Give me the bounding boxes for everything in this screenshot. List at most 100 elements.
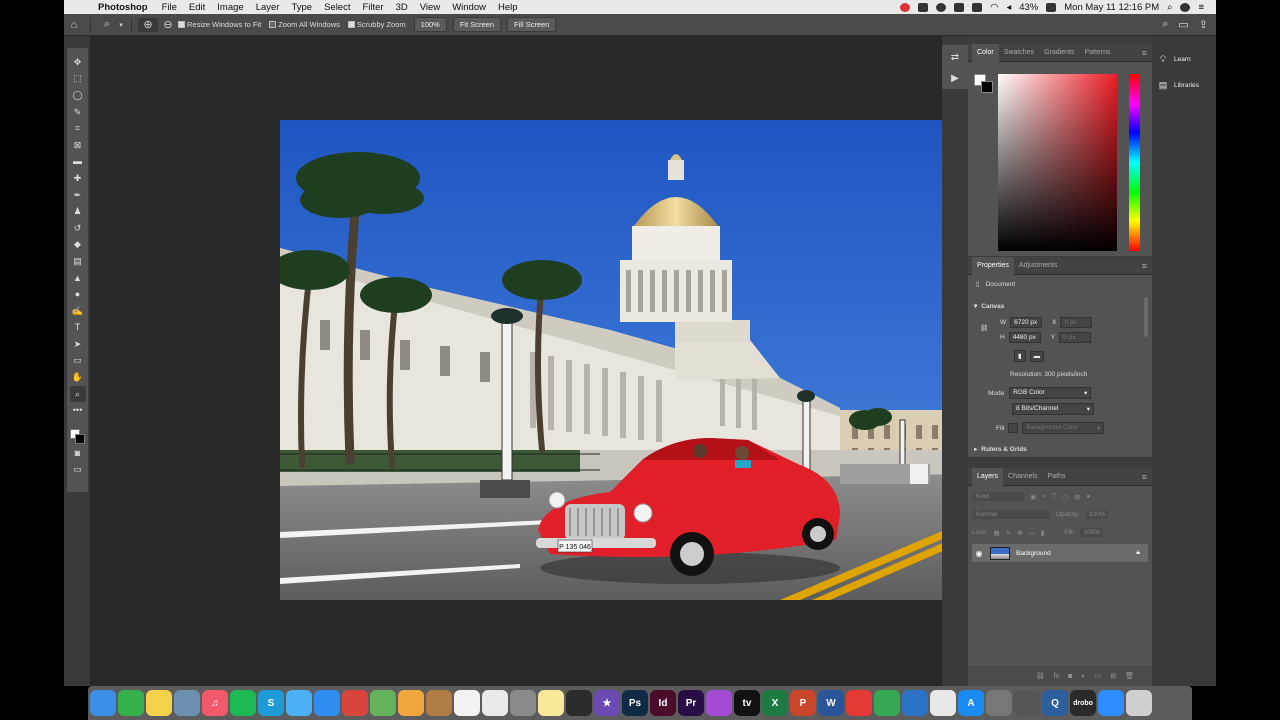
home-icon[interactable]: ⌂: [64, 19, 84, 31]
facetime-icon[interactable]: [118, 690, 144, 716]
keynote-icon[interactable]: [902, 690, 928, 716]
notebook-icon[interactable]: [426, 690, 452, 716]
search-icon[interactable]: ⌕: [1162, 18, 1168, 31]
menu-type[interactable]: Type: [291, 2, 312, 13]
scrubby-zoom-checkbox[interactable]: Scrubby Zoom: [347, 20, 406, 29]
indesign-icon[interactable]: Id: [650, 690, 676, 716]
chevron-down-icon[interactable]: ▾: [117, 21, 125, 29]
lock-transparent-icon[interactable]: ▦: [994, 529, 1000, 537]
lock-position-icon[interactable]: ✥: [1017, 529, 1022, 537]
siri-icon[interactable]: [1180, 2, 1191, 12]
shape-filter-icon[interactable]: ▢: [1062, 493, 1068, 501]
crop-tool-icon[interactable]: ⌗: [70, 120, 86, 137]
excel-icon[interactable]: X: [762, 690, 788, 716]
creative-cloud-status-icon[interactable]: [900, 2, 911, 12]
screenshot-icon[interactable]: [1014, 690, 1040, 716]
fill-color-swatch[interactable]: [1008, 423, 1019, 433]
path-selection-tool-icon[interactable]: ➤: [70, 336, 86, 353]
chrome-icon[interactable]: [342, 690, 368, 716]
menu-view[interactable]: View: [420, 2, 440, 13]
lock-icon[interactable]: 🔒︎: [1136, 549, 1140, 557]
maps-icon[interactable]: [370, 690, 396, 716]
panel-menu-icon[interactable]: ≡: [1142, 48, 1147, 58]
zoom-100-button[interactable]: 100%: [413, 17, 447, 32]
x-input[interactable]: 0 px: [1060, 317, 1093, 328]
healing-brush-tool-icon[interactable]: ✚: [70, 170, 86, 187]
link-dimensions-icon[interactable]: ⛓: [980, 324, 988, 332]
layer-row-background[interactable]: ◉ Background 🔒︎: [972, 544, 1148, 562]
hue-slider[interactable]: [1129, 74, 1140, 251]
word-icon[interactable]: W: [818, 690, 844, 716]
pixel-filter-icon[interactable]: ▣: [1030, 493, 1036, 501]
properties-scrollbar[interactable]: [1144, 297, 1148, 337]
lasso-tool-icon[interactable]: ◯: [70, 87, 86, 104]
spotify-icon[interactable]: [230, 690, 256, 716]
pen-tool-icon[interactable]: ✍: [70, 303, 86, 320]
numbers-icon[interactable]: [874, 690, 900, 716]
drobo-icon[interactable]: drobo: [1070, 690, 1096, 716]
menu-select[interactable]: Select: [324, 2, 350, 13]
skype-icon[interactable]: S: [258, 690, 284, 716]
wifi-icon[interactable]: ◠: [990, 2, 998, 13]
portrait-orientation-icon[interactable]: ▮: [1014, 350, 1026, 362]
menubar-clock[interactable]: Mon May 11 12:16 PM: [1064, 2, 1159, 13]
stickies-icon[interactable]: [538, 690, 564, 716]
tab-gradients[interactable]: Gradients: [1039, 44, 1079, 62]
document-canvas[interactable]: P 135 046: [280, 120, 968, 600]
reminders-icon[interactable]: [482, 690, 508, 716]
frame-tool-icon[interactable]: ⊠: [70, 137, 86, 154]
tab-color[interactable]: Color: [972, 43, 999, 62]
landscape-orientation-icon[interactable]: ▬: [1029, 350, 1045, 362]
disk-utility-icon[interactable]: [986, 690, 1012, 716]
quick-selection-tool-icon[interactable]: ✎: [70, 104, 86, 121]
smart-object-filter-icon[interactable]: ▤: [1074, 493, 1080, 501]
notes-stickies-icon[interactable]: [146, 690, 172, 716]
history-brush-tool-icon[interactable]: ↺: [70, 220, 86, 237]
preview-icon[interactable]: [174, 690, 200, 716]
airplay-status-icon[interactable]: [972, 2, 983, 12]
history-panel-icon[interactable]: ⇄: [942, 45, 968, 67]
brush-tool-icon[interactable]: ✒: [70, 187, 86, 204]
lock-all-icon[interactable]: ▮: [1041, 529, 1045, 537]
dodge-tool-icon[interactable]: ●: [70, 286, 86, 303]
hand-tool-icon[interactable]: ✋: [70, 369, 86, 386]
volume-icon[interactable]: ◂: [1006, 2, 1011, 13]
screen-mode-icon[interactable]: ▭: [70, 462, 86, 479]
new-layer-icon[interactable]: ⊞: [1110, 672, 1116, 680]
new-group-icon[interactable]: ▭: [1095, 672, 1102, 680]
calendar-icon[interactable]: [454, 690, 480, 716]
sync-status-icon[interactable]: [936, 2, 947, 12]
fill-screen-button[interactable]: Fill Screen: [507, 17, 557, 32]
trash-icon[interactable]: [1126, 690, 1152, 716]
app-store-icon[interactable]: A: [958, 690, 984, 716]
zoom-tool-icon[interactable]: ⌕: [69, 385, 86, 403]
notification-center-icon[interactable]: ≡: [1198, 2, 1204, 13]
photos-icon[interactable]: [398, 690, 424, 716]
blur-tool-icon[interactable]: ▲: [70, 270, 86, 287]
gradient-tool-icon[interactable]: ▤: [70, 253, 86, 270]
fill-select[interactable]: Background Color ▾: [1022, 422, 1105, 434]
zoom-icon[interactable]: [1098, 690, 1124, 716]
app-menu[interactable]: Photoshop: [98, 2, 148, 13]
panel-menu-icon[interactable]: ≡: [1142, 261, 1147, 271]
settings-gear-icon[interactable]: [510, 690, 536, 716]
zoom-out-icon[interactable]: ⊖: [158, 18, 178, 31]
battery-percent[interactable]: 43%: [1019, 2, 1038, 13]
zoom-all-windows-checkbox[interactable]: Zoom All Windows: [269, 20, 340, 29]
layer-style-icon[interactable]: fx: [1054, 673, 1059, 680]
messages-icon[interactable]: [286, 690, 312, 716]
photoshop-icon[interactable]: Ps: [622, 690, 648, 716]
podcasts-icon[interactable]: [706, 690, 732, 716]
eye-visibility-icon[interactable]: ◉: [972, 549, 986, 558]
obs-icon[interactable]: [566, 690, 592, 716]
mode-select[interactable]: RGB Color ▾: [1009, 387, 1092, 399]
bit-depth-select[interactable]: 8 Bits/Channel ▾: [1012, 403, 1094, 415]
menu-file[interactable]: File: [162, 2, 177, 13]
quick-mask-icon[interactable]: ◙: [70, 445, 86, 462]
resize-windows-checkbox[interactable]: Resize Windows to Fit: [178, 20, 261, 29]
kind-filter-select[interactable]: Kind: [972, 492, 1024, 501]
link-layers-icon[interactable]: ⛓: [1036, 672, 1045, 680]
apple-tv-icon[interactable]: tv: [734, 690, 760, 716]
tab-patterns[interactable]: Patterns: [1079, 44, 1115, 62]
menu-3d[interactable]: 3D: [396, 2, 408, 13]
